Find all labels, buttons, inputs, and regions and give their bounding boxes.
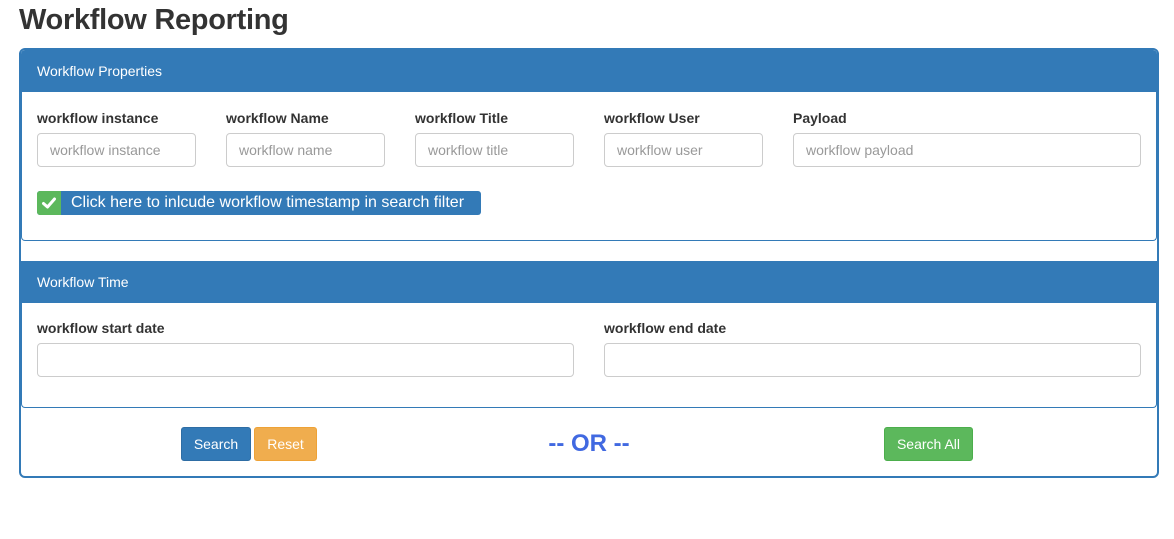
payload-label: Payload [793, 110, 847, 126]
workflow-properties-panel: Workflow Properties workflow instance wo… [21, 50, 1157, 241]
payload-input[interactable]: workflow payload [793, 133, 1141, 167]
reset-button[interactable]: Reset [254, 427, 317, 461]
or-separator: -- OR -- [548, 430, 630, 457]
workflow-title-input[interactable]: workflow title [415, 133, 574, 167]
page-title: Workflow Reporting [19, 4, 289, 36]
workflow-user-field: workflow User workflow user [604, 108, 763, 167]
workflow-instance-field: workflow instance workflow instance [37, 108, 196, 167]
workflow-title-label: workflow Title [415, 110, 509, 126]
workflow-properties-heading: Workflow Properties [22, 50, 1156, 92]
timestamp-filter-toggle[interactable]: Click here to inlcude workflow timestamp… [37, 191, 481, 215]
workflow-report-form: Workflow Properties workflow instance wo… [19, 48, 1159, 478]
workflow-title-field: workflow Title workflow title [415, 108, 574, 167]
workflow-name-label: workflow Name [226, 110, 329, 126]
check-icon[interactable] [37, 191, 61, 215]
workflow-user-label: workflow User [604, 110, 700, 126]
search-button[interactable]: Search [181, 427, 251, 461]
workflow-end-date-input[interactable] [604, 343, 1141, 377]
timestamp-filter-label: Click here to inlcude workflow timestamp… [71, 194, 465, 211]
workflow-instance-label: workflow instance [37, 110, 159, 126]
workflow-user-input[interactable]: workflow user [604, 133, 763, 167]
payload-field: Payload workflow payload [793, 108, 1141, 167]
workflow-time-panel: Workflow Time workflow start date workfl… [21, 261, 1157, 408]
search-all-button[interactable]: Search All [884, 427, 973, 461]
workflow-start-date-label: workflow start date [37, 320, 165, 336]
workflow-name-field: workflow Name workflow name [226, 108, 385, 167]
workflow-end-date-label: workflow end date [604, 320, 727, 336]
workflow-start-date-field: workflow start date [37, 318, 574, 377]
workflow-instance-input[interactable]: workflow instance [37, 133, 196, 167]
workflow-end-date-field: workflow end date [604, 318, 1141, 377]
check-icon-glyph [42, 197, 56, 209]
workflow-start-date-input[interactable] [37, 343, 574, 377]
workflow-time-heading: Workflow Time [22, 261, 1156, 303]
workflow-name-input[interactable]: workflow name [226, 133, 385, 167]
